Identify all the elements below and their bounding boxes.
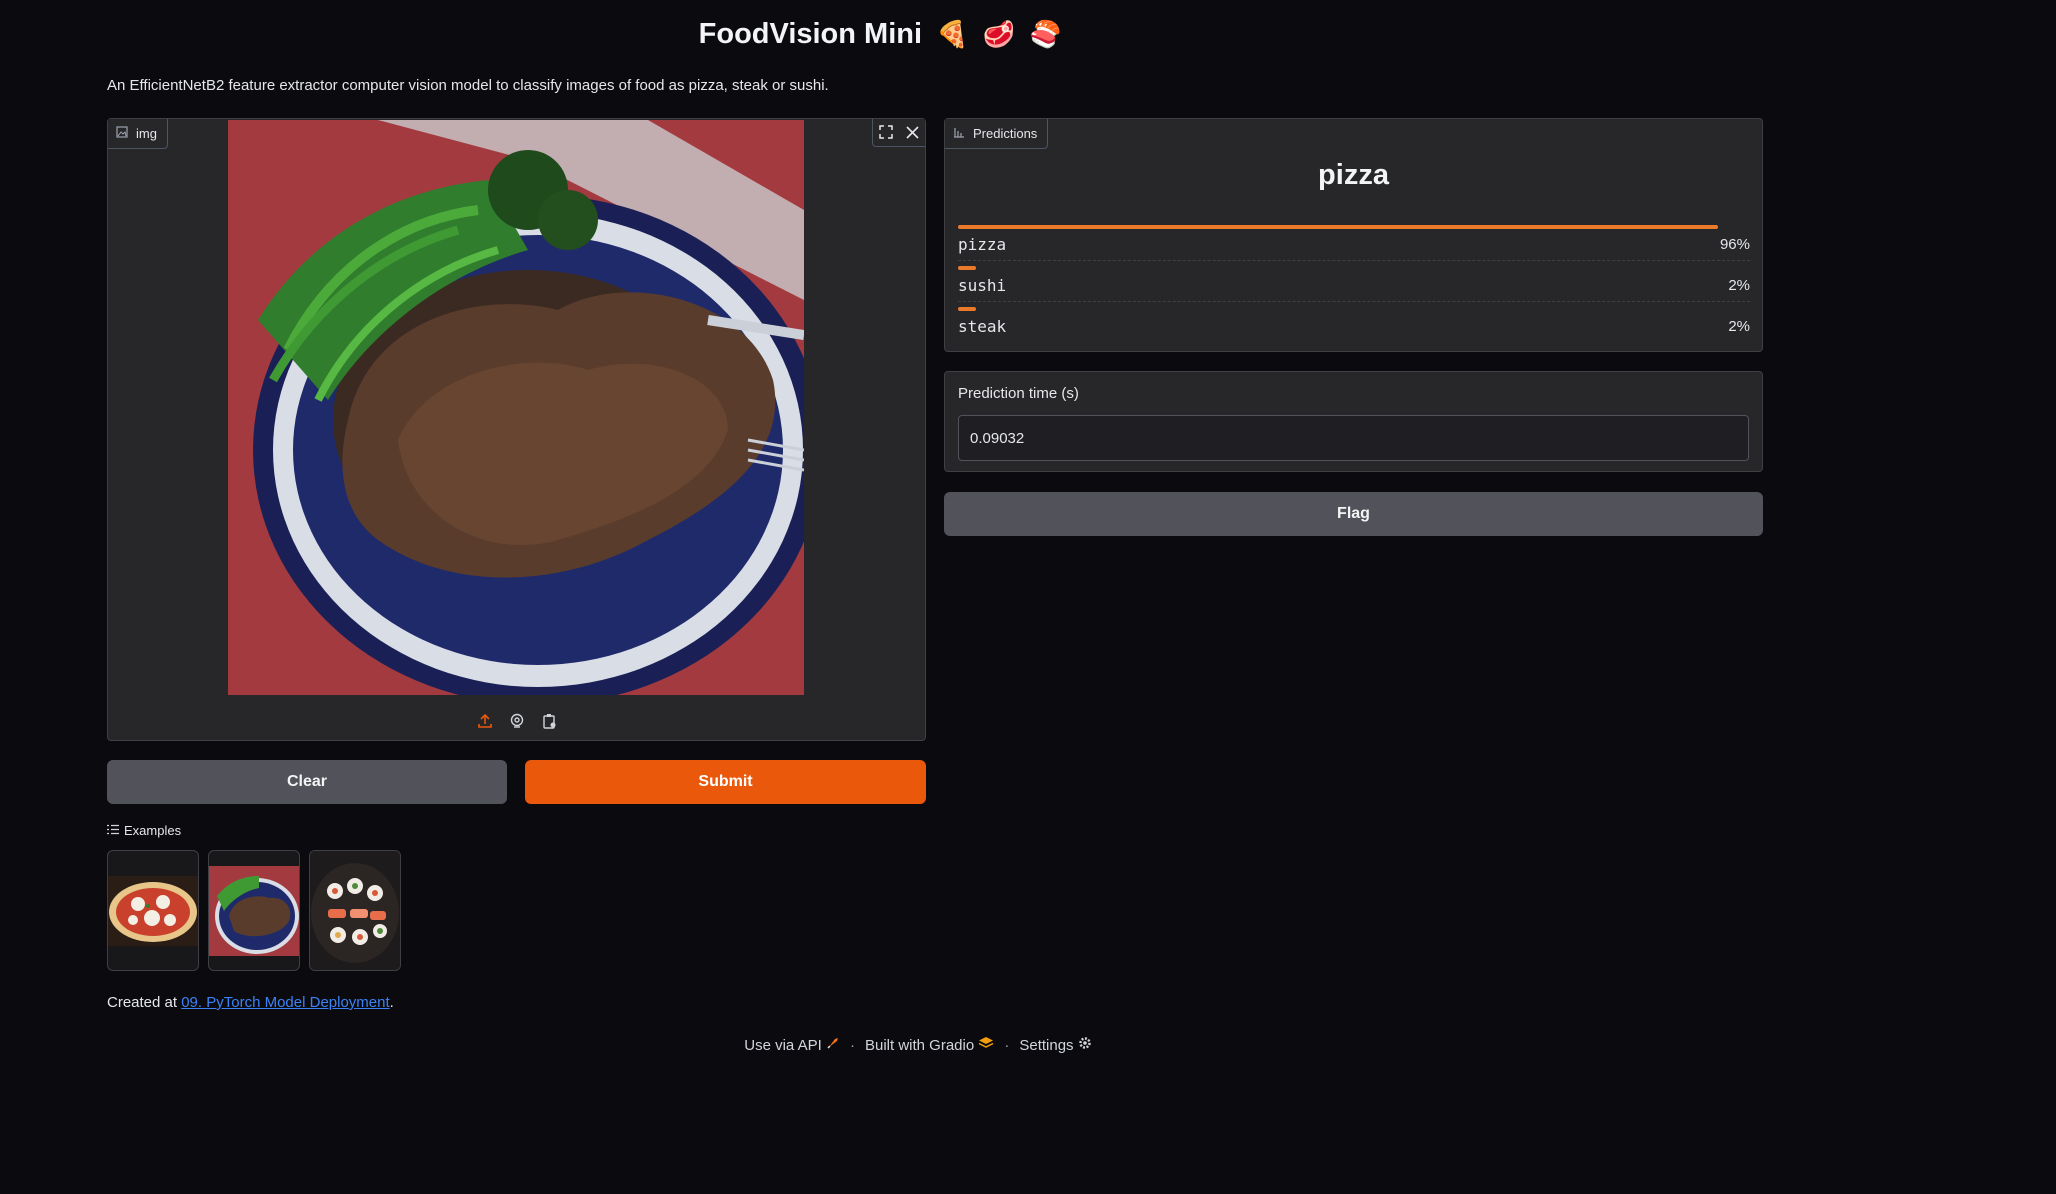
sushi-emoji: 🍣 — [1028, 19, 1062, 49]
image-input-panel[interactable]: img — [107, 118, 926, 741]
prediction-time-label: Prediction time (s) — [958, 385, 1079, 402]
app-description: An EfficientNetB2 feature extractor comp… — [107, 77, 829, 94]
prediction-percent: 2% — [1728, 318, 1750, 335]
prediction-row[interactable]: steak 2% — [958, 307, 1750, 342]
prediction-percent: 96% — [1719, 236, 1750, 253]
predictions-panel: Predictions pizza pizza 96% sushi 2% ste… — [944, 118, 1763, 352]
rocket-icon — [826, 1037, 840, 1054]
list-icon — [107, 823, 119, 838]
created-suffix: . — [389, 994, 394, 1011]
examples-label: Examples — [124, 823, 182, 838]
clipboard-icon[interactable] — [540, 712, 558, 730]
top-prediction: pizza — [1318, 159, 1389, 191]
predictions-label: Predictions — [973, 126, 1038, 141]
prediction-percent: 2% — [1728, 277, 1750, 294]
clear-button[interactable]: Clear — [107, 760, 507, 804]
image-source-selector — [108, 712, 925, 730]
predictions-label-tag: Predictions — [945, 119, 1049, 149]
use-via-api-label: Use via API — [744, 1037, 822, 1054]
built-with-gradio-link[interactable]: Built with Gradio — [865, 1036, 994, 1054]
prediction-label: steak — [958, 317, 1007, 336]
confidence-bar — [958, 225, 1719, 229]
flag-button[interactable]: Flag — [944, 492, 1763, 536]
steak-emoji: 🥩 — [982, 19, 1015, 49]
created-prefix: Created at — [107, 994, 182, 1011]
image-toolbar — [872, 119, 925, 147]
close-icon[interactable] — [899, 119, 925, 145]
fullscreen-icon[interactable] — [873, 119, 899, 145]
confidence-bar — [958, 266, 977, 270]
use-via-api-link[interactable]: Use via API — [744, 1036, 840, 1054]
prediction-time-panel: Prediction time (s) — [944, 371, 1763, 472]
deployment-link[interactable]: 09. PyTorch Model Deployment — [181, 994, 389, 1011]
prediction-row[interactable]: pizza 96% — [958, 225, 1750, 261]
sushi-thumbnail — [310, 851, 400, 970]
example-sushi[interactable] — [309, 850, 401, 971]
bar-chart-icon — [953, 126, 965, 141]
pizza-thumbnail — [108, 875, 198, 946]
uploaded-image — [228, 120, 804, 695]
steak-photo — [228, 120, 804, 695]
confidence-bar — [958, 307, 977, 311]
footer-separator: · — [849, 1036, 855, 1054]
created-note: Created at 09. PyTorch Model Deployment. — [107, 994, 394, 1011]
example-steak[interactable] — [208, 850, 300, 971]
submit-button[interactable]: Submit — [525, 760, 926, 804]
app-title: FoodVision Mini 🍕 🥩 🍣 — [0, 18, 1760, 51]
upload-icon[interactable] — [476, 712, 494, 730]
prediction-label: pizza — [958, 235, 1007, 254]
examples-header: Examples — [107, 823, 181, 838]
prediction-row[interactable]: sushi 2% — [958, 266, 1750, 302]
prediction-time-field[interactable] — [958, 415, 1749, 461]
app-title-text: FoodVision Mini — [698, 18, 923, 50]
settings-label: Settings — [1019, 1037, 1074, 1054]
webcam-icon[interactable] — [508, 712, 526, 730]
footer-separator: · — [1004, 1036, 1010, 1054]
prediction-label: sushi — [958, 276, 1007, 295]
gear-icon — [1078, 1037, 1092, 1054]
image-label-tag: img — [108, 119, 168, 149]
examples-gallery — [107, 850, 401, 971]
pizza-emoji: 🍕 — [936, 19, 969, 49]
gradio-logo-icon — [978, 1037, 994, 1054]
image-label: img — [136, 126, 157, 141]
example-pizza[interactable] — [107, 850, 199, 971]
image-icon — [116, 126, 128, 141]
footer: Use via API · Built with Gradio · Settin… — [0, 1036, 1836, 1054]
settings-link[interactable]: Settings — [1019, 1036, 1091, 1054]
built-with-gradio-label: Built with Gradio — [864, 1037, 975, 1054]
steak-thumbnail — [209, 865, 299, 956]
